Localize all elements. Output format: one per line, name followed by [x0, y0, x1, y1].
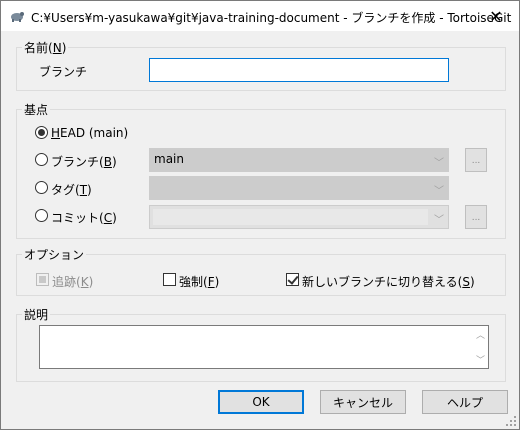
commit-radio[interactable]: [35, 209, 48, 222]
tag-select[interactable]: ﹀: [149, 176, 449, 200]
resize-grip-icon[interactable]: [505, 415, 517, 427]
branch-select-value: main: [154, 152, 184, 166]
create-branch-dialog: C:¥Users¥m-yasukawa¥git¥java-training-do…: [0, 0, 520, 430]
switch-branch-checkbox[interactable]: [286, 273, 299, 286]
head-radio[interactable]: [35, 126, 48, 139]
track-checkbox-label[interactable]: 追跡(K): [52, 273, 93, 290]
branch-browse-button[interactable]: ...: [465, 148, 487, 172]
commit-radio-label[interactable]: コミット(C): [51, 209, 117, 226]
description-input[interactable]: ︿ ﹀: [39, 325, 489, 369]
branch-name-input[interactable]: [149, 58, 449, 82]
branch-name-label: ブランチ: [39, 65, 88, 79]
name-group-label: 名前(N): [22, 39, 69, 56]
description-group-label: 説明: [22, 306, 51, 323]
scroll-up-icon[interactable]: ︿: [476, 328, 485, 341]
track-checkbox[interactable]: [36, 273, 49, 286]
ok-button[interactable]: OK: [218, 390, 304, 414]
tag-radio[interactable]: [35, 181, 48, 194]
force-checkbox[interactable]: [163, 273, 176, 286]
commit-browse-button[interactable]: ...: [465, 205, 487, 229]
title-bar[interactable]: C:¥Users¥m-yasukawa¥git¥java-training-do…: [1, 1, 519, 31]
force-checkbox-label[interactable]: 強制(F): [179, 273, 219, 290]
switch-branch-checkbox-label[interactable]: 新しいブランチに切り替える(S): [302, 273, 475, 290]
chevron-down-icon: ﹀: [434, 215, 444, 226]
branch-select[interactable]: main ﹀: [149, 148, 449, 172]
close-icon: ✕: [489, 6, 503, 26]
commit-select-value: [153, 209, 428, 225]
head-radio-label[interactable]: HEAD (main): [51, 126, 128, 140]
chevron-down-icon: ﹀: [434, 186, 444, 197]
tortoisegit-icon: [11, 12, 24, 22]
tag-radio-label[interactable]: タグ(T): [51, 181, 92, 198]
close-button[interactable]: ✕: [473, 1, 519, 31]
options-group-label: オプション: [22, 246, 87, 263]
help-button[interactable]: ヘルプ: [422, 390, 508, 414]
base-group-label: 基点: [22, 101, 51, 118]
cancel-button[interactable]: キャンセル: [320, 390, 406, 414]
scroll-down-icon[interactable]: ﹀: [476, 353, 485, 366]
branch-radio-label[interactable]: ブランチ(B): [51, 153, 117, 170]
commit-select[interactable]: ﹀: [149, 205, 449, 229]
chevron-down-icon: ﹀: [434, 158, 444, 169]
window-title: C:¥Users¥m-yasukawa¥git¥java-training-do…: [31, 11, 512, 25]
branch-radio[interactable]: [35, 153, 48, 166]
